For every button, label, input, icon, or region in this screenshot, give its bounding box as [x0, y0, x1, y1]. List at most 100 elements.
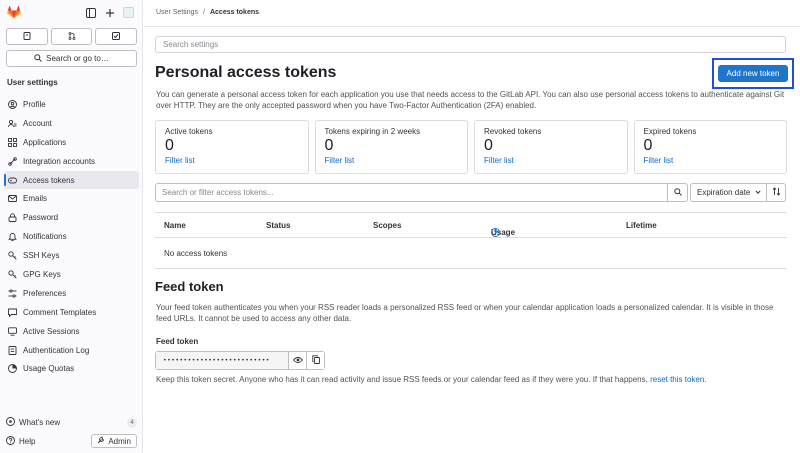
feed-token-field: •••••••••••••••••••••••••• — [155, 351, 325, 370]
sidebar-toggle-icon[interactable] — [84, 6, 97, 19]
copy-token-button[interactable] — [306, 352, 324, 369]
email-icon — [8, 194, 17, 203]
sidebar-item-profile[interactable]: Profile — [4, 95, 139, 114]
sidebar-item-access-tokens[interactable]: Access tokens — [4, 170, 139, 190]
sidebar-item-active-sessions[interactable]: Active Sessions — [4, 322, 139, 341]
sidebar-item-label: SSH Keys — [23, 251, 60, 261]
add-new-token-button[interactable]: Add new token — [718, 65, 788, 82]
merge-request-icon — [68, 31, 76, 42]
sidebar-item-password[interactable]: Password — [4, 208, 139, 227]
eye-icon — [292, 356, 303, 366]
admin-icon — [97, 436, 105, 446]
copy-icon — [311, 355, 320, 366]
whats-new-icon — [6, 417, 15, 428]
todo-button[interactable] — [95, 28, 138, 45]
sidebar-item-notifications[interactable]: Notifications — [4, 227, 139, 246]
sidebar-top-bar — [0, 0, 143, 26]
sort-direction-button[interactable] — [767, 183, 786, 202]
sidebar-item-account[interactable]: Account — [4, 114, 139, 133]
search-settings-input[interactable]: Search settings — [155, 36, 786, 53]
sidebar-item-authentication-log[interactable]: Authentication Log — [4, 341, 139, 360]
reset-token-link[interactable]: reset this token — [650, 375, 704, 384]
preferences-icon — [8, 289, 17, 298]
global-search-button[interactable]: Search or go to… — [6, 50, 137, 67]
sidebar-item-gpg-keys[interactable]: GPG Keys — [4, 265, 139, 284]
sidebar-item-label: Emails — [23, 194, 48, 204]
sidebar-item-applications[interactable]: Applications — [4, 133, 139, 152]
filter-search-button[interactable] — [668, 183, 688, 202]
log-icon — [8, 345, 17, 355]
user-avatar[interactable] — [123, 7, 134, 18]
sidebar-item-emails[interactable]: Emails — [4, 189, 139, 208]
sidebar-item-label: GPG Keys — [23, 269, 61, 279]
card-expiring-tokens: Tokens expiring in 2 weeks 0 Filter list — [314, 120, 468, 174]
sidebar-item-label: Profile — [23, 99, 46, 109]
sidebar-item-label: Usage Quotas — [23, 364, 75, 374]
page-title: Personal access tokens — [155, 64, 337, 81]
main-content: User Settings / Access tokens Search set… — [144, 0, 800, 453]
sidebar-shortcut-buttons — [6, 28, 138, 45]
reveal-token-button[interactable] — [288, 352, 306, 369]
card-active-tokens: Active tokens 0 Filter list — [155, 120, 309, 174]
sidebar-item-integration-accounts[interactable]: Integration accounts — [4, 152, 139, 171]
sidebar-heading: User settings — [7, 78, 58, 87]
column-scopes: Scopes — [373, 221, 402, 230]
sidebar-item-comment-templates[interactable]: Comment Templates — [4, 303, 139, 322]
breadcrumb-separator: / — [203, 9, 205, 16]
comment-icon — [8, 308, 17, 317]
whats-new-count-badge: 4 — [127, 417, 137, 428]
feed-token-description: Your feed token authenticates you when y… — [156, 303, 774, 323]
key-icon — [8, 270, 17, 279]
help-button[interactable]: Help — [6, 435, 36, 447]
feed-token-label: Feed token — [156, 337, 199, 346]
admin-label: Admin — [108, 436, 131, 446]
help-label: Help — [19, 436, 36, 446]
card-count: 0 — [324, 137, 334, 154]
help-circle-icon[interactable] — [491, 228, 500, 239]
whats-new-link[interactable]: What's new — [6, 417, 60, 428]
sidebar-item-ssh-keys[interactable]: SSH Keys — [4, 246, 139, 265]
column-name: Name — [164, 221, 186, 230]
sidebar-item-label: Access tokens — [23, 175, 75, 185]
whats-new-row[interactable]: What's new 4 — [6, 417, 137, 428]
card-filter-link[interactable]: Filter list — [644, 156, 778, 165]
quota-icon — [8, 364, 17, 374]
sort-dropdown[interactable]: Expiration date — [690, 183, 767, 202]
feed-token-note: Keep this token secret. Anyone who has i… — [156, 375, 707, 384]
feed-token-value[interactable]: •••••••••••••••••••••••••• — [156, 352, 288, 369]
sidebar: Search or go to… User settings Profile A… — [0, 0, 143, 453]
notifications-icon — [8, 232, 17, 242]
sidebar-item-label: Notifications — [23, 232, 67, 242]
plus-icon[interactable] — [103, 6, 116, 19]
column-lifetime: Lifetime — [626, 221, 657, 230]
whats-new-label: What's new — [19, 418, 61, 427]
todo-icon — [112, 31, 121, 42]
card-label: Tokens expiring in 2 weeks — [324, 127, 421, 136]
card-count: 0 — [643, 137, 653, 154]
breadcrumb-current: Access tokens — [209, 9, 260, 16]
table-divider — [155, 268, 787, 269]
token-filter-input[interactable]: Search or filter access tokens... — [155, 183, 668, 202]
feed-token-title: Feed token — [155, 279, 224, 294]
card-label: Active tokens — [165, 127, 213, 136]
sidebar-item-label: Authentication Log — [23, 345, 90, 355]
breadcrumb-divider — [144, 26, 800, 27]
card-revoked-tokens: Revoked tokens 0 Filter list — [474, 120, 628, 174]
profile-icon — [8, 99, 17, 109]
card-count: 0 — [165, 137, 174, 154]
sidebar-item-usage-quotas[interactable]: Usage Quotas — [4, 359, 139, 378]
breadcrumb-parent[interactable]: User Settings — [156, 9, 198, 16]
card-filter-link[interactable]: Filter list — [165, 156, 299, 165]
merge-requests-button[interactable] — [50, 28, 93, 45]
card-filter-link[interactable]: Filter list — [325, 156, 459, 165]
card-filter-link[interactable]: Filter list — [484, 156, 618, 165]
feed-note-text: Keep this token secret. Anyone who has i… — [156, 375, 648, 384]
applications-icon — [8, 137, 17, 147]
sidebar-item-preferences[interactable]: Preferences — [4, 284, 139, 303]
chevron-down-icon — [755, 188, 761, 197]
token-filter-bar: Search or filter access tokens... Expira… — [155, 183, 787, 202]
breadcrumb: User Settings / Access tokens — [156, 9, 259, 16]
issues-button[interactable] — [6, 28, 48, 45]
gitlab-logo[interactable] — [7, 6, 21, 19]
admin-button[interactable]: Admin — [91, 434, 137, 448]
